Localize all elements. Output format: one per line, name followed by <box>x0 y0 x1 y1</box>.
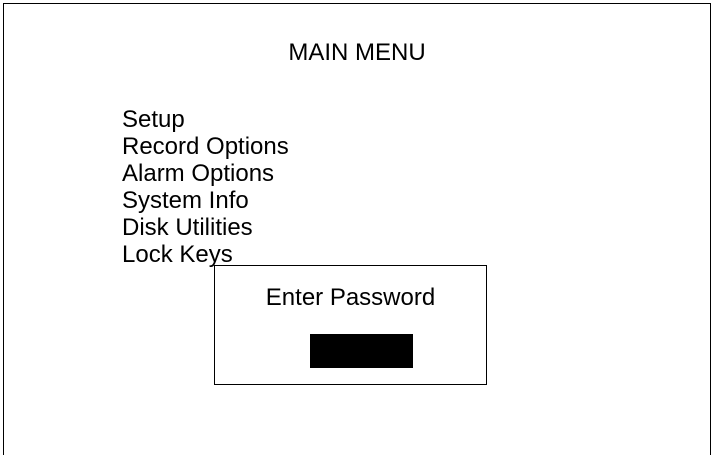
password-input[interactable] <box>310 334 413 368</box>
menu-item-system-info[interactable]: System Info <box>122 187 289 214</box>
menu-item-disk-utilities[interactable]: Disk Utilities <box>122 214 289 241</box>
main-menu-screen: MAIN MENU Setup Record Options Alarm Opt… <box>3 3 711 455</box>
menu-item-setup[interactable]: Setup <box>122 106 289 133</box>
menu-item-alarm-options[interactable]: Alarm Options <box>122 160 289 187</box>
main-menu-title: MAIN MENU <box>288 39 426 66</box>
menu-item-lock-keys[interactable]: Lock Keys <box>122 241 289 268</box>
password-dialog: Enter Password <box>214 265 487 385</box>
menu-item-record-options[interactable]: Record Options <box>122 133 289 160</box>
main-menu-list: Setup Record Options Alarm Options Syste… <box>122 106 289 268</box>
password-dialog-title: Enter Password <box>265 284 436 311</box>
